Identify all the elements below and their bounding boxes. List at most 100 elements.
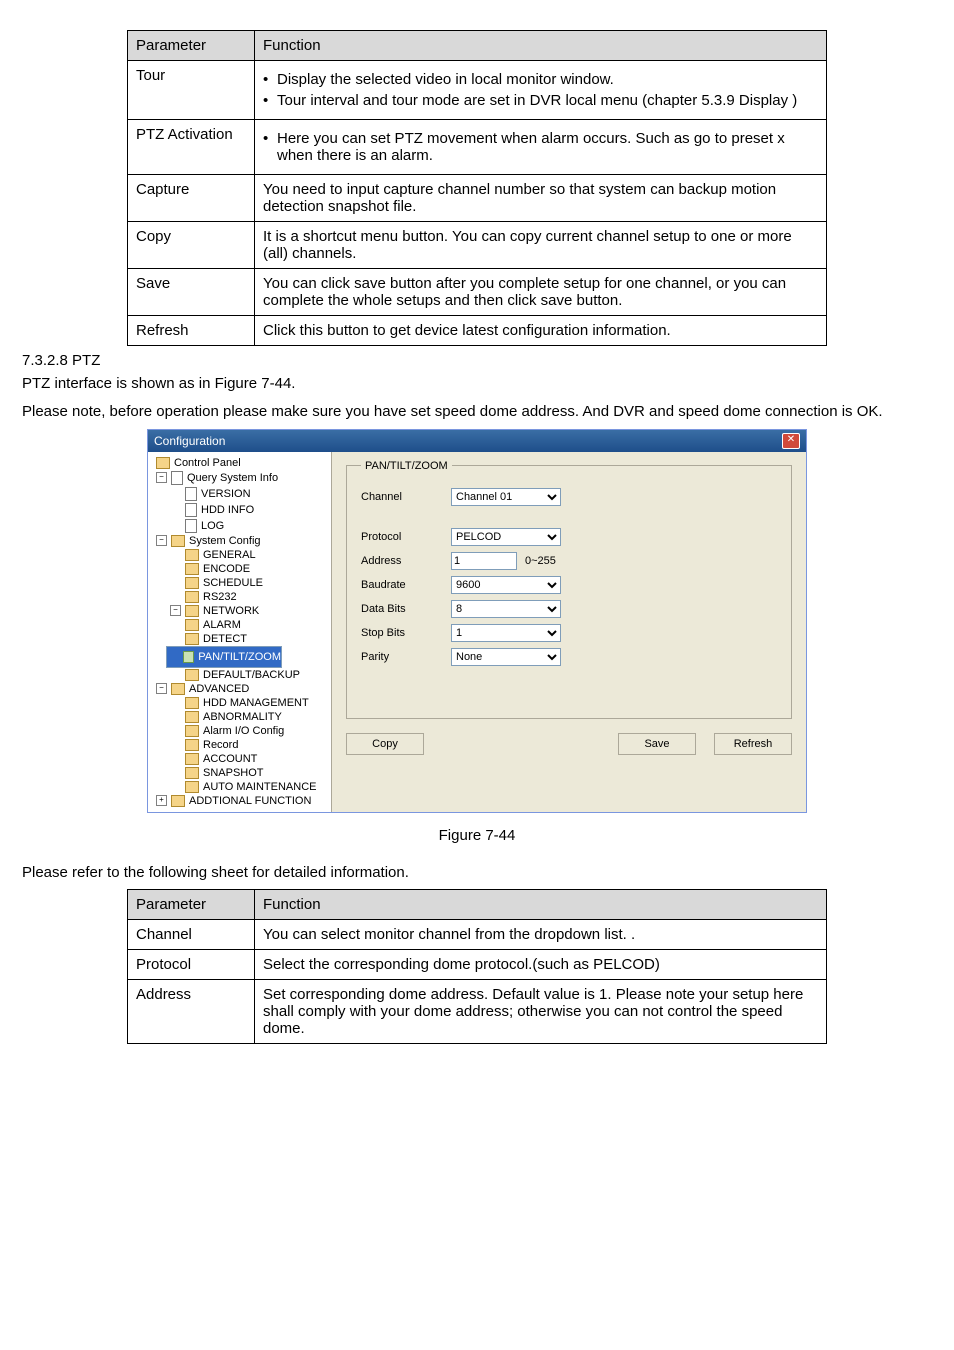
tree-item[interactable]: Record	[166, 738, 327, 752]
cell-func: Click this button to get device latest c…	[255, 316, 827, 346]
tree-item[interactable]: VERSION	[166, 486, 327, 502]
protocol-select[interactable]: PELCOD	[451, 528, 561, 546]
tree-item[interactable]: HDD MANAGEMENT	[166, 696, 327, 710]
address-label: Address	[361, 555, 451, 567]
address-hint: 0~255	[525, 555, 556, 567]
save-button[interactable]: Save	[618, 733, 696, 755]
document-icon	[185, 487, 197, 501]
table1-header-func: Function	[255, 31, 827, 61]
baudrate-select[interactable]: 9600	[451, 576, 561, 594]
folder-icon	[185, 781, 199, 793]
cell-func: You need to input capture channel number…	[255, 175, 827, 222]
parameter-function-table-1: Parameter Function Tour Display the sele…	[127, 30, 827, 346]
folder-icon	[185, 577, 199, 589]
table-row: Capture You need to input capture channe…	[128, 175, 827, 222]
table-row: Refresh Click this button to get device …	[128, 316, 827, 346]
databits-select[interactable]: 8	[451, 600, 561, 618]
folder-icon	[185, 711, 199, 723]
tree-item-label: AUTO MAINTENANCE	[203, 781, 316, 793]
folder-icon	[185, 563, 199, 575]
expand-icon[interactable]: −	[156, 683, 167, 694]
parity-select[interactable]: None	[451, 648, 561, 666]
dialog-title-text: Configuration	[154, 434, 225, 448]
tree-item-label: DETECT	[203, 633, 247, 645]
protocol-label: Protocol	[361, 531, 451, 543]
tree-item[interactable]: AUTO MAINTENANCE	[166, 780, 327, 794]
expand-icon[interactable]: −	[156, 472, 167, 483]
tree-item[interactable]: LOG	[166, 518, 327, 534]
form-panel: PAN/TILT/ZOOM ChannelChannel 01 Protocol…	[332, 452, 806, 812]
nav-tree[interactable]: Control Panel−Query System InfoVERSIONHD…	[148, 452, 332, 812]
tree-item[interactable]: SCHEDULE	[166, 576, 327, 590]
folder-icon	[185, 591, 199, 603]
tree-item-label: PAN/TILT/ZOOM	[198, 651, 281, 663]
tree-item[interactable]: SNAPSHOT	[166, 766, 327, 780]
folder-icon	[171, 795, 185, 807]
copy-button[interactable]: Copy	[346, 733, 424, 755]
cell-func: It is a shortcut menu button. You can co…	[255, 222, 827, 269]
tree-item[interactable]: − NETWORK	[166, 604, 327, 618]
tree-item-label: NETWORK	[203, 605, 259, 617]
table-row: Copy It is a shortcut menu button. You c…	[128, 222, 827, 269]
fieldset-legend: PAN/TILT/ZOOM	[361, 460, 452, 472]
tree-item[interactable]: ABNORMALITY	[166, 710, 327, 724]
tree-item[interactable]: RS232	[166, 590, 327, 604]
folder-icon	[185, 605, 199, 617]
tree-item-label: ADDTIONAL FUNCTION	[189, 795, 311, 807]
tree-item[interactable]: ACCOUNT	[166, 752, 327, 766]
tree-item-label: LOG	[201, 520, 224, 532]
folder-icon	[185, 697, 199, 709]
tree-item[interactable]: + ADDTIONAL FUNCTION	[152, 794, 327, 808]
refresh-button[interactable]: Refresh	[714, 733, 792, 755]
tree-item[interactable]: ALARM	[166, 618, 327, 632]
document-icon	[185, 503, 197, 517]
figure-caption: Figure 7-44	[0, 827, 954, 844]
parity-label: Parity	[361, 651, 451, 663]
section-heading: 7.3.2.8 PTZ	[22, 352, 954, 369]
tree-item-label: SCHEDULE	[203, 577, 263, 589]
cell-func: Set corresponding dome address. Default …	[255, 980, 827, 1044]
tree-item[interactable]: Control Panel	[152, 456, 327, 470]
baudrate-label: Baudrate	[361, 579, 451, 591]
cell-func: Here you can set PTZ movement when alarm…	[255, 120, 827, 175]
document-icon	[171, 471, 183, 485]
tree-item-label: HDD MANAGEMENT	[203, 697, 309, 709]
bullet-text: Tour interval and tour mode are set in D…	[263, 92, 818, 109]
folder-icon	[185, 739, 199, 751]
tree-item-label: ENCODE	[203, 563, 250, 575]
folder-icon	[185, 669, 199, 681]
channel-select[interactable]: Channel 01	[451, 488, 561, 506]
folder-icon	[185, 767, 199, 779]
folder-icon	[185, 619, 199, 631]
cell-param: Tour	[128, 61, 255, 120]
configuration-dialog: Configuration ✕ Control Panel−Query Syst…	[147, 429, 807, 813]
stopbits-select[interactable]: 1	[451, 624, 561, 642]
tree-item[interactable]: −System Config	[152, 534, 327, 548]
tree-item[interactable]: Alarm I/O Config	[166, 724, 327, 738]
cell-param: Channel	[128, 920, 255, 950]
tree-item[interactable]: HDD INFO	[166, 502, 327, 518]
cell-param: Refresh	[128, 316, 255, 346]
tree-item-label: Control Panel	[174, 457, 241, 469]
table-row: Protocol Select the corresponding dome p…	[128, 950, 827, 980]
tree-item[interactable]: DEFAULT/BACKUP	[166, 668, 327, 682]
expand-icon[interactable]: +	[156, 795, 167, 806]
address-input[interactable]	[451, 552, 517, 570]
expand-icon[interactable]: −	[170, 605, 181, 616]
tree-item[interactable]: −ADVANCED	[152, 682, 327, 696]
cell-func: Display the selected video in local moni…	[255, 61, 827, 120]
tree-item[interactable]: PAN/TILT/ZOOM	[166, 646, 282, 668]
expand-icon[interactable]: −	[156, 535, 167, 546]
folder-icon	[156, 457, 170, 469]
tree-item[interactable]: GENERAL	[166, 548, 327, 562]
channel-label: Channel	[361, 491, 451, 503]
tree-item-label: RS232	[203, 591, 237, 603]
cell-param: PTZ Activation	[128, 120, 255, 175]
tree-item[interactable]: −Query System Info	[152, 470, 327, 486]
cell-param: Address	[128, 980, 255, 1044]
tree-item-label: ALARM	[203, 619, 241, 631]
tree-item[interactable]: ENCODE	[166, 562, 327, 576]
table1-header-param: Parameter	[128, 31, 255, 61]
close-icon[interactable]: ✕	[782, 433, 800, 449]
tree-item[interactable]: DETECT	[166, 632, 327, 646]
